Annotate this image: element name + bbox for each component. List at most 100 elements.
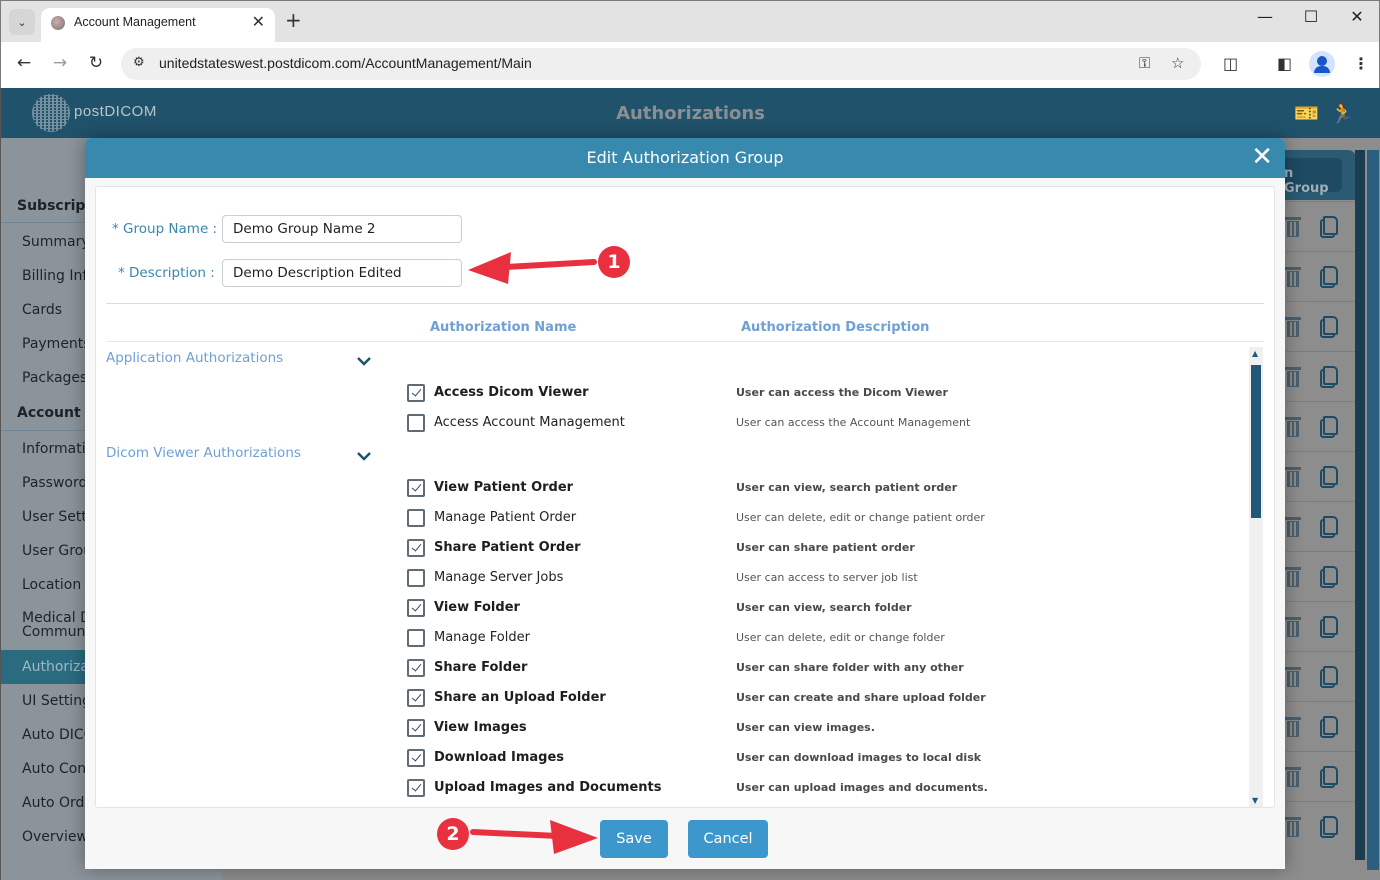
copy-icon[interactable]	[1320, 766, 1338, 788]
scrollbar-thumb[interactable]	[1251, 365, 1261, 518]
trash-icon[interactable]	[1285, 217, 1301, 237]
chevron-down-icon[interactable]	[356, 448, 372, 464]
sidebar-item-user-settings[interactable]: User Setti	[22, 509, 91, 525]
permission-name: View Folder	[434, 600, 520, 615]
sidebar-item-overview[interactable]: Overview	[22, 829, 88, 845]
support-ticket-icon[interactable]: 🎫	[1294, 101, 1319, 125]
sidebar-item-location-settings[interactable]: Location S	[22, 577, 95, 593]
url-text[interactable]: unitedstateswest.postdicom.com/AccountMa…	[159, 55, 532, 71]
checkmark-icon	[411, 541, 422, 552]
sidebar-item-information[interactable]: Informatio	[22, 441, 94, 457]
sidebar-item-auto-contact[interactable]: Auto Cont	[22, 761, 92, 777]
close-tab-icon[interactable]: ✕	[252, 12, 265, 31]
checkbox-checked[interactable]	[407, 749, 425, 767]
trash-icon[interactable]	[1285, 767, 1301, 787]
copy-icon[interactable]	[1320, 466, 1338, 488]
group-name-input[interactable]	[222, 215, 462, 243]
checkbox-unchecked[interactable]	[407, 629, 425, 647]
sidebar-item-payments[interactable]: Payments	[22, 336, 91, 352]
permission-row: Share Patient Order User can share patien…	[407, 538, 1247, 560]
trash-icon[interactable]	[1285, 267, 1301, 287]
minimize-icon[interactable]: —	[1245, 7, 1285, 26]
sidebar-item-auto-order[interactable]: Auto Orde	[22, 795, 93, 811]
copy-icon[interactable]	[1320, 666, 1338, 688]
checkbox-unchecked[interactable]	[407, 569, 425, 587]
save-button[interactable]: Save	[600, 820, 668, 858]
trash-icon[interactable]	[1285, 467, 1301, 487]
checkmark-icon	[411, 751, 422, 762]
section-title-application[interactable]: Application Authorizations	[106, 350, 283, 366]
site-info-icon[interactable]: ⚙	[133, 55, 145, 70]
checkbox-checked[interactable]	[407, 479, 425, 497]
trash-icon[interactable]	[1285, 717, 1301, 737]
copy-icon[interactable]	[1320, 416, 1338, 438]
background-table-row	[1285, 801, 1356, 851]
checkbox-checked[interactable]	[407, 384, 425, 402]
star-icon[interactable]: ☆	[1171, 54, 1184, 72]
trash-icon[interactable]	[1285, 417, 1301, 437]
permissions-scrollbar[interactable]: ▲ ▼	[1249, 347, 1263, 807]
copy-icon[interactable]	[1320, 816, 1338, 838]
trash-icon[interactable]	[1285, 517, 1301, 537]
trash-icon[interactable]	[1285, 567, 1301, 587]
sidebar-item-auto-dicom[interactable]: Auto DICO	[22, 727, 95, 743]
maximize-icon[interactable]: ☐	[1291, 7, 1331, 26]
sidebar-item-user-groups[interactable]: User Grou	[22, 543, 92, 559]
new-tab-icon[interactable]: +	[285, 8, 302, 32]
copy-icon[interactable]	[1320, 516, 1338, 538]
back-icon[interactable]: ←	[12, 53, 36, 73]
browser-tab[interactable]: Account Management ✕	[41, 8, 275, 43]
address-bar[interactable]: ⚙ unitedstateswest.postdicom.com/Account…	[121, 48, 1201, 80]
chevron-down-icon[interactable]	[356, 353, 372, 369]
scroll-up-icon[interactable]: ▲	[1252, 349, 1258, 358]
logout-icon[interactable]: 🏃	[1330, 101, 1355, 125]
key-icon[interactable]: ⚿	[1139, 54, 1150, 72]
permission-name: View Images	[434, 720, 527, 735]
sidebar-item-password[interactable]: Password	[22, 475, 87, 491]
checkbox-unchecked[interactable]	[407, 414, 425, 432]
window-close-icon[interactable]: ✕	[1337, 7, 1377, 26]
permission-name: Access Dicom Viewer	[434, 385, 589, 400]
checkbox-checked[interactable]	[407, 539, 425, 557]
permission-row: Download Images User can download images …	[407, 748, 1247, 770]
copy-icon[interactable]	[1320, 366, 1338, 388]
tab-search-icon[interactable]: ⌄	[9, 9, 35, 35]
cancel-button[interactable]: Cancel	[688, 820, 768, 858]
trash-icon[interactable]	[1285, 817, 1301, 837]
checkbox-checked[interactable]	[407, 599, 425, 617]
sidebar-item-ui-settings[interactable]: UI Setting	[22, 693, 91, 709]
trash-icon[interactable]	[1285, 317, 1301, 337]
kebab-menu-icon[interactable]: ⋮	[1353, 54, 1369, 73]
background-table-row	[1285, 451, 1356, 501]
trash-icon[interactable]	[1285, 367, 1301, 387]
copy-icon[interactable]	[1320, 266, 1338, 288]
copy-icon[interactable]	[1320, 216, 1338, 238]
copy-icon[interactable]	[1320, 566, 1338, 588]
modal-close-icon[interactable]: ✕	[1251, 142, 1273, 172]
copy-icon[interactable]	[1320, 316, 1338, 338]
side-panel-icon[interactable]: ◧	[1277, 54, 1292, 73]
permission-name: Share an Upload Folder	[434, 690, 606, 705]
checkbox-unchecked[interactable]	[407, 509, 425, 527]
trash-icon[interactable]	[1285, 617, 1301, 637]
checkbox-checked[interactable]	[407, 779, 425, 797]
checkbox-checked[interactable]	[407, 659, 425, 677]
forward-icon[interactable]: →	[48, 53, 72, 73]
extensions-icon[interactable]: ◫	[1223, 54, 1238, 73]
reload-icon[interactable]: ↻	[84, 53, 108, 73]
sidebar-item-cards[interactable]: Cards	[22, 302, 62, 318]
background-table-scrollbar[interactable]	[1355, 150, 1365, 860]
copy-icon[interactable]	[1320, 616, 1338, 638]
page-scrollbar[interactable]	[1367, 150, 1379, 870]
copy-icon[interactable]	[1320, 716, 1338, 738]
sidebar-item-authorizations[interactable]: Authorizat	[22, 659, 94, 675]
scroll-down-icon[interactable]: ▼	[1252, 796, 1258, 805]
trash-icon[interactable]	[1285, 667, 1301, 687]
section-title-dicom-viewer[interactable]: Dicom Viewer Authorizations	[106, 445, 301, 461]
checkbox-checked[interactable]	[407, 719, 425, 737]
sidebar-item-packages[interactable]: Packages	[22, 370, 87, 386]
description-input[interactable]	[222, 259, 462, 287]
profile-icon[interactable]	[1309, 51, 1335, 77]
sidebar-item-summary[interactable]: Summary	[22, 234, 90, 250]
checkbox-checked[interactable]	[407, 689, 425, 707]
